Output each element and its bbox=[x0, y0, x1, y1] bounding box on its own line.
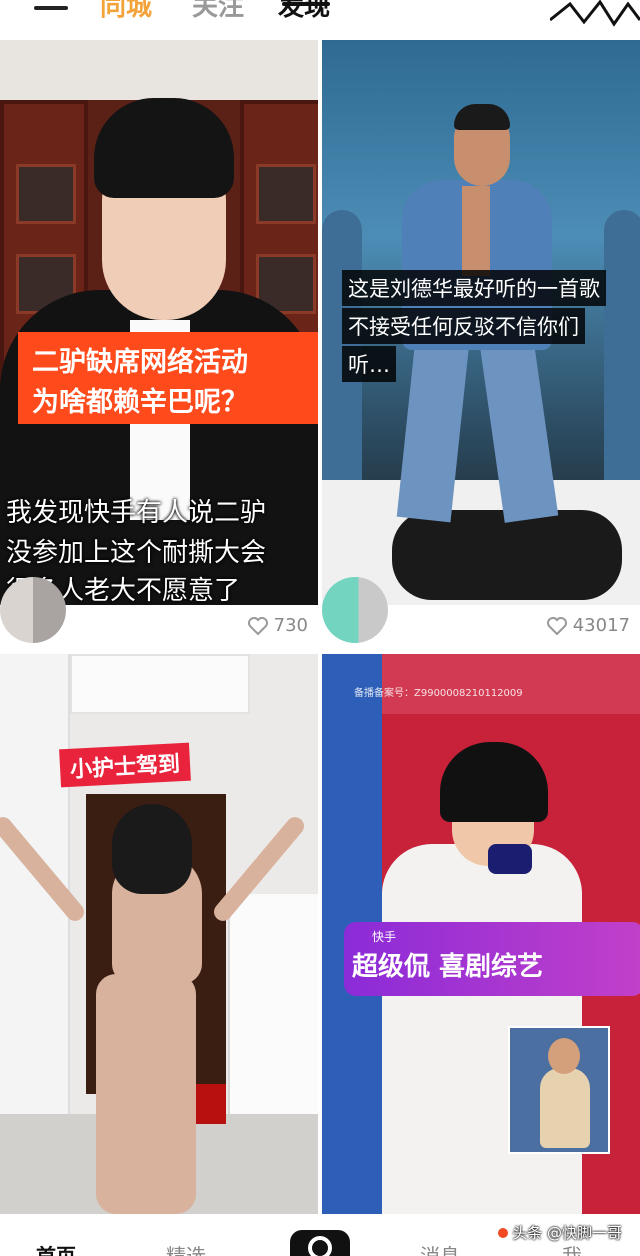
cabinet-glass bbox=[16, 164, 76, 224]
cabinet-glass bbox=[256, 164, 316, 224]
card-footer: 43017 bbox=[322, 577, 640, 650]
card-footer: 730 bbox=[0, 577, 318, 650]
record-number: 备播备案号：Z9900008210112009 bbox=[354, 688, 523, 699]
ceiling bbox=[0, 40, 318, 100]
video-thumbnail[interactable]: 小护士驾到 bbox=[0, 654, 318, 1214]
heart-icon bbox=[546, 616, 567, 635]
person-hair bbox=[112, 804, 192, 894]
tab-follow[interactable]: 关注 bbox=[192, 0, 244, 23]
performer-chest bbox=[462, 186, 490, 276]
video-thumbnail[interactable]: 二驴缺席网络活动 为啥都赖辛巴呢？ 我发现快手有人说二驴 没参加上这个耐撕大会 … bbox=[0, 40, 318, 605]
menu-icon[interactable] bbox=[34, 6, 68, 18]
performer-hair bbox=[454, 104, 510, 130]
ceiling bbox=[70, 654, 250, 714]
caption-line: 这是刘德华最好听的一首歌 bbox=[342, 270, 606, 306]
watermark-text: 头条 @快脚一哥 bbox=[512, 1224, 622, 1242]
inset-person bbox=[540, 1068, 590, 1148]
badge-title: 超级侃 喜剧综艺 bbox=[352, 952, 544, 982]
feed-card[interactable]: 小护士驾到 bbox=[0, 654, 318, 1214]
video-thumbnail[interactable]: 备播备案号：Z9900008210112009 快手 超级侃 喜剧综艺 bbox=[322, 654, 640, 1214]
like-count-text: 730 bbox=[273, 615, 308, 636]
title-line: 为啥都赖辛巴呢？ bbox=[32, 387, 248, 418]
watermark-dot bbox=[498, 1227, 509, 1238]
feed-card[interactable]: 备播备案号：Z9900008210112009 快手 超级侃 喜剧综艺 bbox=[322, 654, 640, 1214]
badge-subtitle: 快手 bbox=[372, 930, 397, 944]
feed-card[interactable]: 二驴缺席网络活动 为啥都赖辛巴呢？ 我发现快手有人说二驴 没参加上这个耐撕大会 … bbox=[0, 40, 318, 650]
title-overlay: 二驴缺席网络活动 为啥都赖辛巴呢？ bbox=[18, 332, 318, 424]
subtitle-line: 我发现快手有人说二驴 bbox=[6, 498, 267, 528]
tab-same-city[interactable]: 同城 bbox=[100, 0, 152, 23]
heart-icon bbox=[247, 616, 268, 635]
like-count[interactable]: 730 bbox=[247, 615, 308, 636]
camera-lens bbox=[308, 1236, 332, 1256]
avatar[interactable] bbox=[0, 577, 66, 643]
title-line: 二驴缺席网络活动 bbox=[32, 347, 248, 378]
camera-icon[interactable] bbox=[290, 1230, 350, 1256]
nav-message[interactable]: 消息 bbox=[420, 1240, 460, 1256]
background-dancer bbox=[604, 210, 640, 510]
video-tag: 小护士驾到 bbox=[59, 742, 191, 788]
feed-card[interactable]: 这是刘德华最好听的一首歌 不接受任何反驳不信你们 听… 43017 bbox=[322, 40, 640, 650]
watermark: 头条 @快脚一哥 bbox=[498, 1222, 622, 1243]
caption-line: 听… bbox=[342, 346, 396, 382]
subtitle-line: 没参加上这个耐撕大会 bbox=[6, 538, 267, 568]
top-tab-bar: 同城 关注 发现 bbox=[0, 0, 640, 38]
like-count-text: 43017 bbox=[572, 615, 630, 636]
video-thumbnail[interactable]: 这是刘德华最好听的一首歌 不接受任何反驳不信你们 听… bbox=[322, 40, 640, 605]
nav-featured[interactable]: 精选 bbox=[166, 1240, 206, 1256]
performer-hair bbox=[440, 742, 548, 822]
inset-person-head bbox=[548, 1038, 580, 1074]
tab-active-indicator bbox=[282, 2, 330, 6]
like-count[interactable]: 43017 bbox=[546, 615, 630, 636]
scribble-mark bbox=[550, 0, 640, 27]
nav-home[interactable]: 首页 bbox=[36, 1240, 76, 1256]
picture-in-picture bbox=[508, 1026, 610, 1154]
stage-shadow bbox=[392, 510, 622, 600]
avatar[interactable] bbox=[322, 577, 388, 643]
person-hair bbox=[94, 98, 234, 198]
caption-line: 不接受任何反驳不信你们 bbox=[342, 308, 585, 344]
person-legs bbox=[96, 974, 196, 1214]
microphone bbox=[488, 844, 532, 874]
show-badge: 快手 超级侃 喜剧综艺 bbox=[344, 922, 640, 996]
